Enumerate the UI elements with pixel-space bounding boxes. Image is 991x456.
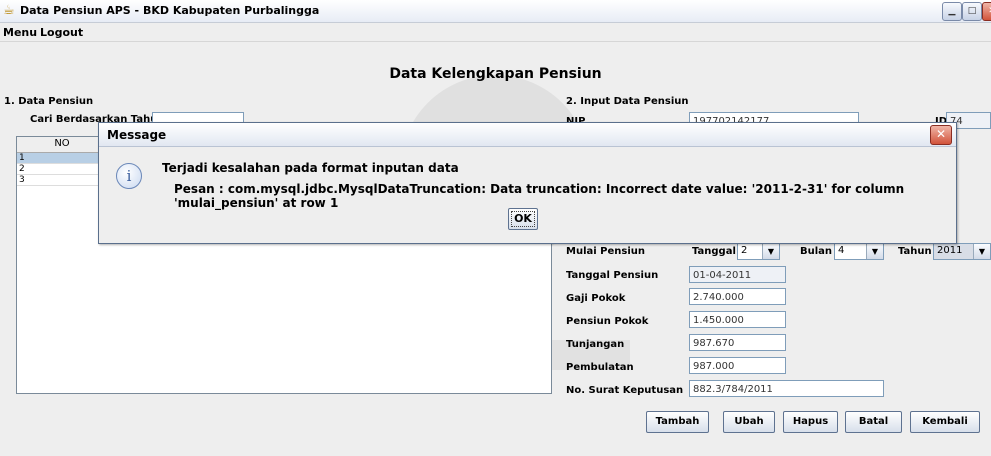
ubah-button[interactable]: Ubah [723,411,775,433]
chevron-down-icon[interactable]: ▼ [866,244,883,259]
menu-bar: Menu Logout [0,23,991,42]
section-title-data-pensiun: 1. Data Pensiun [4,96,94,107]
bulan-label: Bulan [800,246,833,257]
title-bar: ☕ Data Pensiun APS - BKD Kabupaten Purba… [0,0,991,23]
java-cup-icon: ☕ [3,3,15,18]
tambah-button[interactable]: Tambah [646,411,709,433]
dialog-close-button[interactable]: ✕ [930,125,952,145]
tanggal-label: Tanggal [692,246,736,257]
field-label: Tunjangan [566,339,625,350]
section-title-input-data: 2. Input Data Pensiun [566,96,689,107]
dialog-title: Message [107,128,167,142]
field-label: Tanggal Pensiun [566,270,659,281]
tanggal-select[interactable]: 2 ▼ [737,243,780,260]
main-window: ☕ Data Pensiun APS - BKD Kabupaten Purba… [0,0,991,456]
hapus-button[interactable]: Hapus [783,411,838,433]
tahun-select[interactable]: 2011 ▼ [933,243,991,260]
no-surat-keputusan-field[interactable]: 882.3/784/2011 [689,380,884,397]
tunjangan-field[interactable]: 987.670 [689,334,786,351]
kembali-button[interactable]: Kembali [910,411,980,433]
dialog-message-line-1: Terjadi kesalahan pada format inputan da… [162,161,459,175]
bulan-select[interactable]: 4 ▼ [834,243,884,260]
window-title: Data Pensiun APS - BKD Kabupaten Purbali… [20,4,320,17]
gaji-pokok-field[interactable]: 2.740.000 [689,288,786,305]
maximize-button[interactable]: □ [962,2,982,21]
chevron-down-icon[interactable]: ▼ [973,244,990,259]
bulan-value: 4 [838,245,845,256]
column-header-no[interactable]: NO [17,138,108,152]
mulai-pensiun-label: Mulai Pensiun [566,246,646,257]
info-icon: i [116,163,142,189]
pensiun-pokok-field[interactable]: 1.450.000 [689,311,786,328]
batal-button[interactable]: Batal [845,411,902,433]
message-dialog: Message ✕ i Terjadi kesalahan pada forma… [98,122,957,244]
chevron-down-icon[interactable]: ▼ [762,244,779,259]
table-cell-no: 3 [19,175,25,185]
dialog-message-line-2: Pesan : com.mysql.jdbc.MysqlDataTruncati… [174,182,905,210]
tahun-label: Tahun [898,246,932,257]
field-label: Pembulatan [566,362,634,373]
field-label: Gaji Pokok [566,293,626,304]
page-title: Data Kelengkapan Pensiun [389,66,602,82]
field-label: No. Surat Keputusan [566,385,684,396]
tahun-value: 2011 [937,245,963,256]
field-label: Pensiun Pokok [566,316,649,327]
tanggal-pensiun-field: 01-04-2011 [689,266,786,283]
pembulatan-field[interactable]: 987.000 [689,357,786,374]
table-cell-no: 1 [19,153,25,163]
menu-item-logout[interactable]: Logout [40,26,83,39]
ok-button[interactable]: OK [508,208,538,230]
minimize-button[interactable]: ▁ [942,2,962,21]
menu-item-menu[interactable]: Menu [3,26,37,39]
tanggal-value: 2 [741,245,748,256]
dialog-title-bar: Message ✕ [99,123,956,147]
table-cell-no: 2 [19,164,25,174]
window-close-button[interactable]: ✕ [982,2,991,21]
